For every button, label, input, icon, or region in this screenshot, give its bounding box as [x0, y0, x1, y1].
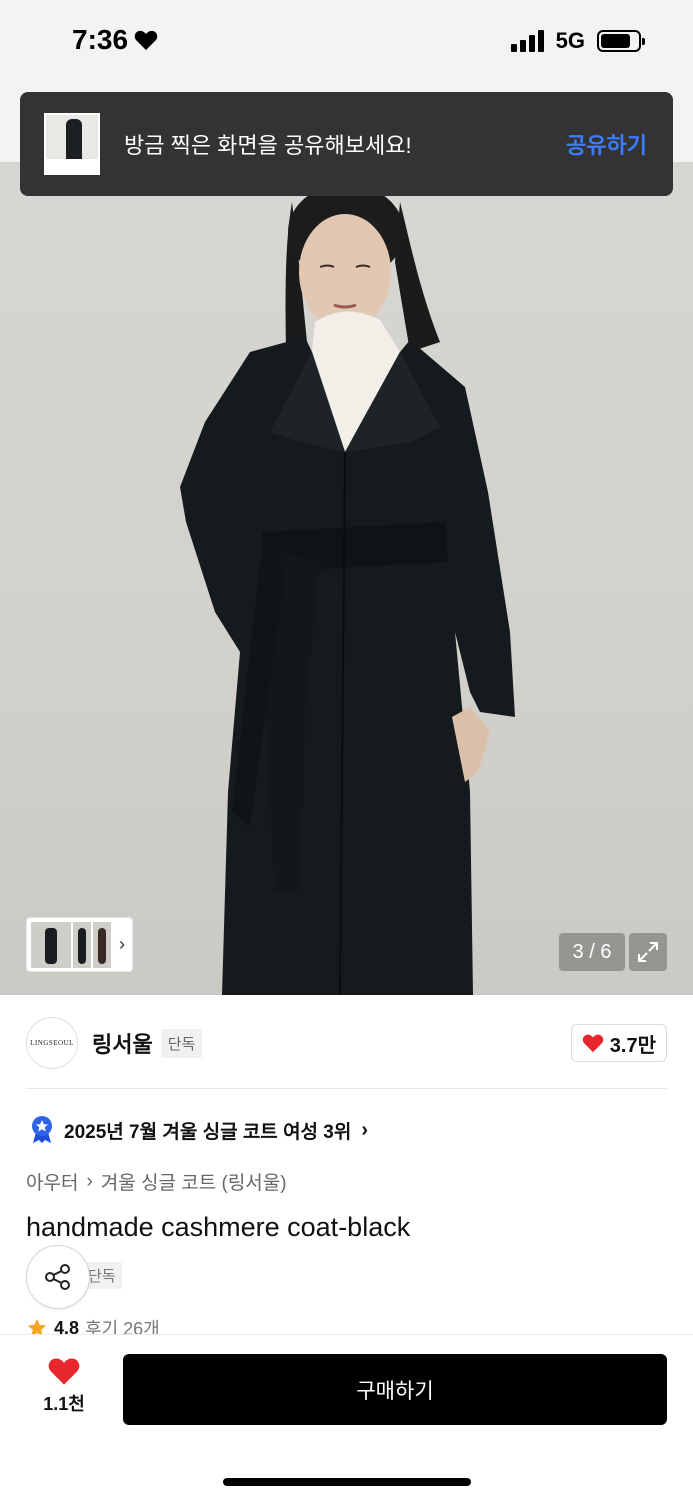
brand-like-count: 3.7만: [609, 1034, 656, 1057]
ranking-text: 2025년 7월 겨울 싱글 코트 여성 3위: [64, 1121, 352, 1143]
status-time: 7:36: [72, 24, 158, 56]
signal-icon: [510, 30, 544, 52]
share-icon: [45, 1264, 70, 1290]
status-indicators: 5G: [510, 28, 645, 54]
chevron-right-icon: ›: [119, 934, 125, 954]
gallery-thumbnail[interactable]: [31, 921, 71, 968]
wishlist-button[interactable]: 1.1천: [30, 1356, 98, 1416]
gallery-thumbnail[interactable]: [93, 921, 111, 968]
product-image[interactable]: [0, 92, 693, 995]
network-label: 5G: [555, 28, 585, 53]
home-indicator: [223, 1478, 471, 1486]
expand-icon[interactable]: [629, 933, 667, 971]
brand-row: LINGSEOUL 링서울 단독 3.7만: [26, 1016, 667, 1070]
divider: [26, 1088, 667, 1089]
heart-status-icon: [134, 30, 158, 50]
toast-message: 방금 찍은 화면을 공유해보세요!: [124, 133, 412, 158]
share-button[interactable]: [26, 1245, 90, 1309]
share-action-link[interactable]: 공유하기: [566, 128, 647, 160]
wishlist-count: 1.1천: [43, 1394, 85, 1414]
heart-icon: [582, 1034, 603, 1053]
product-title: handmade cashmere coat-black: [26, 1212, 411, 1242]
share-toast[interactable]: 방금 찍은 화면을 공유해보세요! 공유하기: [20, 92, 673, 196]
chevron-right-icon: ›: [86, 1170, 93, 1192]
ranking-link[interactable]: 2025년 7월 겨울 싱글 코트 여성 3위 ›: [30, 1116, 368, 1144]
buy-button[interactable]: 구매하기: [123, 1354, 667, 1425]
chevron-right-icon: ›: [361, 1118, 369, 1141]
model-figure: [180, 184, 515, 995]
breadcrumb: 아우터 › 겨울 싱글 코트 (링서울): [26, 1168, 287, 1195]
breadcrumb-subcategory[interactable]: 겨울 싱글 코트 (링서울): [101, 1168, 287, 1195]
brand-like-button[interactable]: 3.7만: [570, 1024, 667, 1062]
ranking-badge-icon: [32, 1116, 52, 1143]
screenshot-thumbnail[interactable]: [44, 113, 100, 175]
image-counter: 3 / 6: [559, 933, 625, 971]
brand-name[interactable]: 링서울: [92, 1027, 153, 1059]
gallery-thumbnail[interactable]: [73, 921, 91, 968]
battery-icon: [597, 30, 645, 52]
exclusive-badge: 단독: [160, 1028, 203, 1058]
brand-logo[interactable]: LINGSEOUL: [26, 1017, 78, 1069]
breadcrumb-category[interactable]: 아우터: [26, 1168, 78, 1195]
time-text: 7:36: [72, 24, 129, 55]
status-bar: 7:36 5G: [0, 0, 693, 92]
gallery-thumbnail-strip[interactable]: ›: [26, 917, 133, 972]
heart-icon: [48, 1358, 80, 1385]
